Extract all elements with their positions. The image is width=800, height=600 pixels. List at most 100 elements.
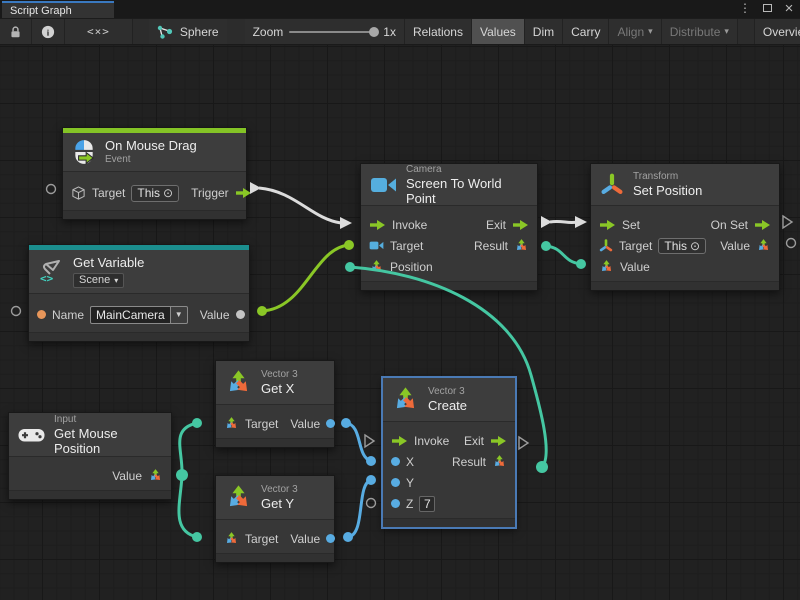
node-category: Vector 3: [428, 386, 467, 398]
chevron-down-icon: ▾: [648, 26, 653, 37]
port-z-label: Z: [406, 497, 413, 511]
flow-arrow-icon[interactable]: [235, 186, 252, 200]
code-view-button[interactable]: <×>: [65, 19, 133, 44]
flow-arrow-icon[interactable]: [512, 218, 529, 232]
port-value-label: Value: [200, 308, 230, 322]
titlebar: Script Graph ⋮ ×: [0, 0, 800, 18]
node-set-position[interactable]: Transform Set Position Set On Set Target…: [590, 163, 780, 291]
vector3-icon: [225, 484, 252, 511]
vector3-port-icon[interactable]: [599, 259, 614, 274]
wire-gety-to-create-y: [343, 475, 376, 542]
vector3-port-icon[interactable]: [492, 454, 507, 469]
chevron-down-icon: ▾: [724, 26, 729, 37]
values-button[interactable]: Values: [472, 19, 525, 44]
port-exit-label: Exit: [486, 218, 506, 232]
port-target-label: Target: [245, 532, 278, 546]
flow-arrow-icon[interactable]: [599, 218, 616, 232]
zoom-control: Zoom 1x: [245, 19, 404, 44]
port-x-input[interactable]: [391, 457, 400, 466]
object-picker-icon[interactable]: ⊙: [163, 186, 173, 200]
gamepad-icon: [18, 425, 45, 444]
vector3-icon: [225, 369, 252, 396]
port-name-input[interactable]: [37, 310, 46, 319]
port-exit-label: Exit: [464, 434, 484, 448]
node-category: Vector 3: [261, 369, 298, 381]
node-title: Get Mouse Position: [54, 426, 162, 456]
flow-arrow-icon[interactable]: [391, 434, 408, 448]
node-get-y[interactable]: Vector 3 Get Y Target Value: [215, 475, 335, 563]
port-invoke-label: Invoke: [392, 218, 427, 232]
graph-breadcrumb[interactable]: Sphere: [149, 19, 227, 44]
flow-arrow-icon[interactable]: [490, 434, 507, 448]
node-on-mouse-drag[interactable]: On Mouse Drag Event Target This⊙ Trigger: [62, 127, 247, 220]
port-x-label: X: [406, 455, 414, 469]
node-subtitle: Event: [105, 153, 197, 166]
carry-button[interactable]: Carry: [563, 19, 609, 44]
info-button[interactable]: i: [32, 19, 65, 44]
node-category: Input: [54, 414, 162, 426]
transform-port-icon[interactable]: [599, 239, 613, 253]
unity-script-graph-window: Script Graph ⋮ × i <×> Sphere Zoom 1x Re…: [0, 0, 800, 600]
node-title: Screen To World Point: [406, 176, 528, 206]
port-z-input[interactable]: [391, 499, 400, 508]
port-result-label: Result: [474, 239, 508, 253]
variable-name-field[interactable]: MainCamera: [90, 306, 171, 324]
zoom-value: 1x: [383, 25, 396, 39]
port-value-in-label: Value: [620, 260, 650, 274]
relations-button[interactable]: Relations: [404, 19, 472, 44]
port-result-label: Result: [452, 455, 486, 469]
node-category: Camera: [406, 164, 528, 176]
target-this-chip[interactable]: This⊙: [131, 185, 179, 202]
z-value-field[interactable]: 7: [419, 496, 435, 512]
vector3-port-icon[interactable]: [756, 238, 771, 253]
lock-button[interactable]: [0, 19, 32, 44]
vector3-port-icon[interactable]: [224, 531, 239, 546]
wire-mouse-to-getx-gety: [176, 418, 202, 542]
port-y-input[interactable]: [391, 478, 400, 487]
node-get-variable[interactable]: <> Get Variable Scene▾ Name MainCamera▼ …: [28, 244, 250, 342]
close-icon[interactable]: ×: [782, 1, 796, 15]
vector3-port-icon[interactable]: [514, 238, 529, 253]
lock-icon: [9, 25, 22, 39]
node-category: Transform: [633, 171, 702, 183]
camera-icon: [370, 175, 397, 195]
port-target-label: Target: [92, 186, 125, 200]
flow-arrow-icon[interactable]: [754, 218, 771, 232]
vector3-port-icon[interactable]: [148, 468, 163, 483]
camera-port-icon[interactable]: [369, 240, 384, 251]
variable-scope-dropdown[interactable]: Scene▾: [73, 273, 124, 288]
object-picker-icon[interactable]: ⊙: [690, 239, 700, 253]
get-variable-icon: <>: [38, 258, 64, 284]
align-dropdown[interactable]: Align▾: [609, 19, 661, 44]
node-get-x[interactable]: Vector 3 Get X Target Value: [215, 360, 335, 448]
chevron-down-icon: ▾: [114, 276, 118, 285]
kebab-menu-icon[interactable]: ⋮: [738, 1, 752, 15]
dim-button[interactable]: Dim: [525, 19, 563, 44]
zoom-slider[interactable]: [289, 31, 377, 33]
variable-name-dropdown[interactable]: ▼: [171, 306, 188, 324]
node-title: Get Y: [261, 496, 298, 511]
graph-canvas[interactable]: On Mouse Drag Event Target This⊙ Trigger: [0, 45, 800, 600]
target-this-chip[interactable]: This⊙: [658, 238, 706, 254]
maximize-icon[interactable]: [760, 1, 774, 15]
flow-arrow-icon[interactable]: [369, 218, 386, 232]
node-get-mouse-position[interactable]: Input Get Mouse Position Value: [8, 412, 172, 500]
vector3-port-icon[interactable]: [224, 416, 239, 431]
vector3-port-icon[interactable]: [369, 259, 384, 274]
cube-icon: [71, 186, 86, 201]
port-value-label: Value: [290, 532, 320, 546]
port-value-output[interactable]: [236, 310, 245, 319]
node-vector3-create[interactable]: Vector 3 Create Invoke Exit X Result: [382, 377, 516, 528]
tab-script-graph[interactable]: Script Graph: [2, 1, 114, 18]
port-value-label: Value: [112, 469, 142, 483]
wire-exit-to-set: [541, 216, 587, 228]
node-screen-to-world-point[interactable]: Camera Screen To World Point Invoke Exit…: [360, 163, 538, 291]
zoom-slider-handle[interactable]: [369, 27, 379, 37]
toolbar: i <×> Sphere Zoom 1x Relations Values Di…: [0, 18, 800, 45]
overview-button[interactable]: Overview: [754, 19, 800, 44]
svg-text:<>: <>: [40, 272, 54, 284]
node-title: Set Position: [633, 183, 702, 198]
port-value-output[interactable]: [326, 534, 335, 543]
distribute-dropdown[interactable]: Distribute▾: [662, 19, 738, 44]
port-value-output[interactable]: [326, 419, 335, 428]
